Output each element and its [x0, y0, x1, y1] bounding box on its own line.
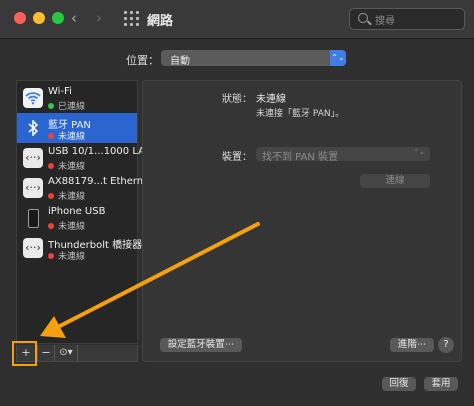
annotation-arrow: [40, 222, 260, 338]
network-preferences-window: ‹ › 網路 搜尋 位置： 自動 ⌃⌄ Wi-Fi 已連線 藍牙 PAN 未連線…: [0, 0, 474, 406]
